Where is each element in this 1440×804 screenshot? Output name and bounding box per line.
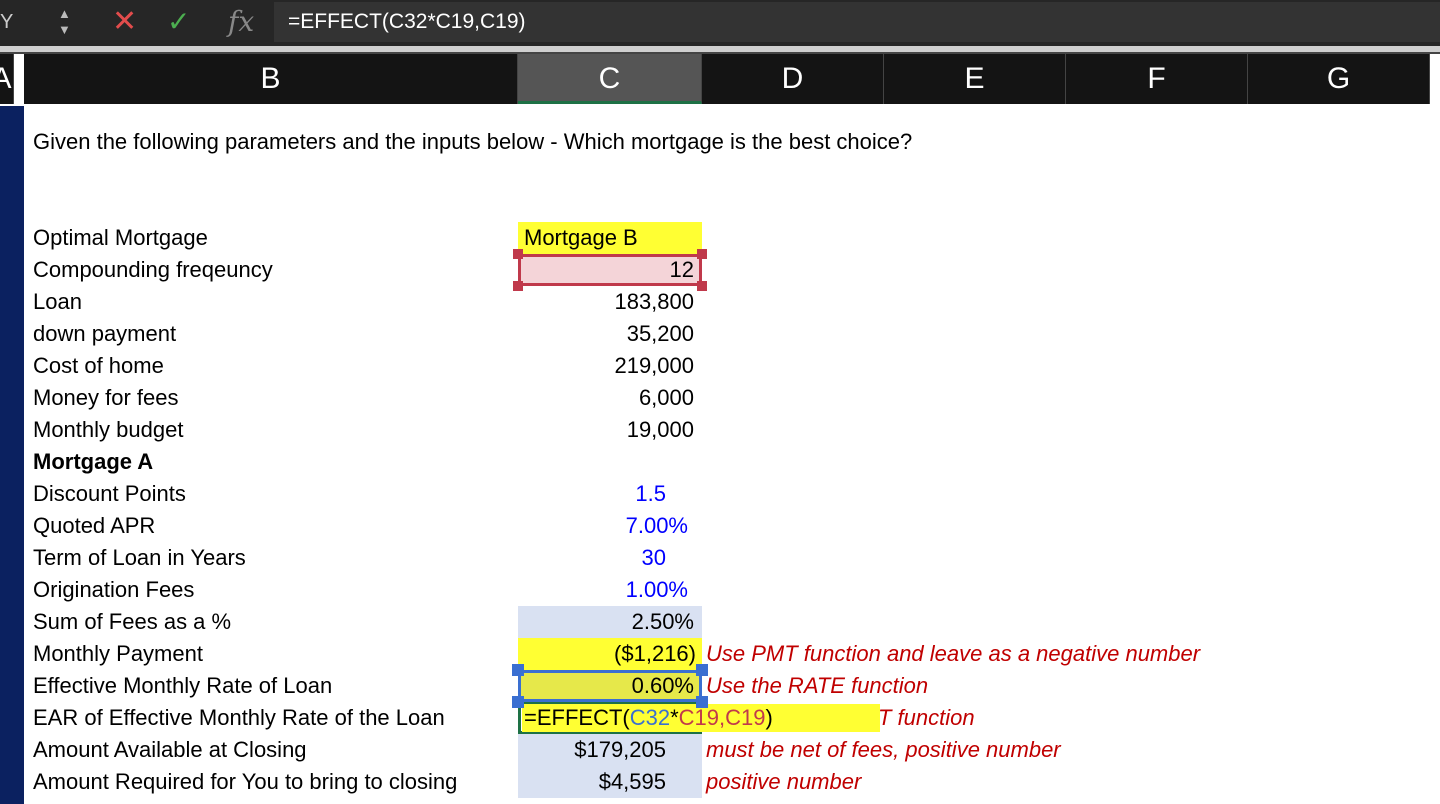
ref-handle[interactable] [697,249,707,259]
row-label[interactable]: Effective Monthly Rate of Loan [33,670,332,702]
cell-edit-input[interactable]: =EFFECT(C32*C19,C19) [522,704,880,732]
edit-text: * [670,705,679,730]
row-value[interactable]: 30 [518,542,702,574]
row-label[interactable]: Discount Points [33,478,186,510]
row-label[interactable]: Monthly budget [33,414,183,446]
ref-handle[interactable] [512,664,524,676]
ref-handle[interactable] [513,281,523,291]
sheet-title[interactable]: Given the following parameters and the i… [33,126,912,158]
row-label[interactable]: Optimal Mortgage [33,222,208,254]
name-box[interactable]: Y [0,0,13,44]
edit-ref-c32: C32 [629,705,671,730]
ref-handle[interactable] [696,664,708,676]
row-value[interactable]: 1.5 [518,478,702,510]
row-label[interactable]: EAR of Effective Monthly Rate of the Loa… [33,702,445,734]
column-header-g[interactable]: G [1248,54,1430,104]
column-header-a[interactable]: A [0,54,14,104]
column-header-c[interactable]: C [518,54,702,104]
row-value[interactable]: $4,595 [518,766,702,798]
instruction-note[interactable]: positive number [706,766,861,798]
x-icon[interactable]: ✕ [112,4,137,40]
row-value[interactable]: $179,205 [518,734,702,766]
column-header-f[interactable]: F [1066,54,1248,104]
column-header-b[interactable]: B [24,54,518,104]
row-value[interactable]: 219,000 [518,350,702,382]
ref-highlight-c32 [518,670,702,702]
row-value[interactable]: 35,200 [518,318,702,350]
row-label[interactable]: Amount Available at Closing [33,734,307,766]
ref-handle[interactable] [513,249,523,259]
instruction-note[interactable]: Use PMT function and leave as a negative… [706,638,1200,670]
instruction-note[interactable]: must be net of fees, positive number [706,734,1061,766]
row-headers[interactable] [0,106,24,804]
row-label[interactable]: Loan [33,286,82,318]
row-label[interactable]: Compounding freqeuncy [33,254,273,286]
row-value[interactable]: Mortgage B [518,222,702,254]
fx-icon[interactable]: fx [228,4,254,40]
name-box-spinner[interactable]: ▲ ▼ [58,6,71,38]
row-value[interactable]: 19,000 [518,414,702,446]
formula-bar: Y ▲ ▼ ✕ ✓ fx =EFFECT(C32*C19,C19) [0,0,1440,46]
row-label[interactable]: Money for fees [33,382,179,414]
instruction-note[interactable]: Use the RATE function [706,670,928,702]
check-icon[interactable]: ✓ [167,4,190,40]
row-label[interactable]: Monthly Payment [33,638,203,670]
column-header-d[interactable]: D [702,54,884,104]
row-label[interactable]: Sum of Fees as a % [33,606,231,638]
row-value[interactable]: 2.50% [518,606,702,638]
instruction-note[interactable]: T function [878,702,975,734]
edit-text: =EFFECT( [524,705,630,730]
row-label[interactable]: Cost of home [33,350,164,382]
row-label[interactable]: Amount Required for You to bring to clos… [33,766,457,798]
ref-handle[interactable] [697,281,707,291]
row-value[interactable]: ($1,216) [518,638,702,670]
ref-handle[interactable] [512,696,524,708]
row-value[interactable]: 6,000 [518,382,702,414]
column-header-e[interactable]: E [884,54,1066,104]
row-label[interactable]: down payment [33,318,176,350]
divider [0,46,1440,54]
edit-ref-c19: C19,C19 [678,705,766,730]
ref-highlight-c19 [518,254,702,286]
edit-text: ) [765,705,773,730]
row-label[interactable]: Mortgage A [33,446,153,478]
formula-input[interactable]: =EFFECT(C32*C19,C19) [274,2,1440,42]
row-label[interactable]: Term of Loan in Years [33,542,246,574]
ref-handle[interactable] [696,696,708,708]
row-label[interactable]: Origination Fees [33,574,194,606]
row-label[interactable]: Quoted APR [33,510,155,542]
row-value[interactable]: 7.00% [518,510,702,542]
row-value[interactable]: 183,800 [518,286,702,318]
row-value[interactable]: 1.00% [518,574,702,606]
